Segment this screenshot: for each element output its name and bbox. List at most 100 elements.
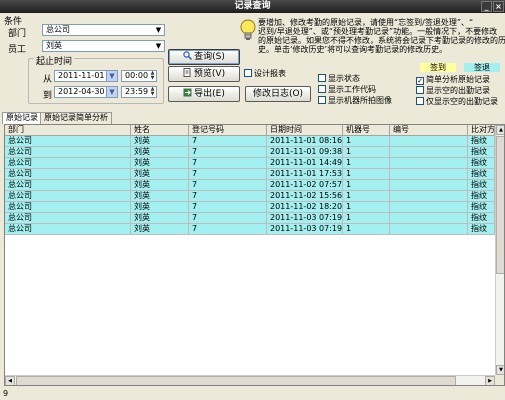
table-row[interactable]: 总公司刘英72011-11-02 07:57:181 指纹 — [5, 180, 495, 191]
design-report-checkbox[interactable]: 设计报表 — [244, 69, 286, 79]
checkbox-box[interactable] — [318, 85, 326, 93]
table-cell: 1 — [343, 202, 390, 213]
table-row[interactable]: 总公司刘英72011-11-03 07:19:311 指纹 — [5, 224, 495, 235]
column-header[interactable]: 姓名 — [131, 125, 189, 136]
table-cell: 1 — [343, 136, 390, 147]
table-cell: 指纹 — [468, 158, 495, 169]
staff-select[interactable]: 刘英 ▼ — [42, 40, 165, 52]
to-date-value: 2012-04-30 — [58, 87, 105, 96]
table-cell: 总公司 — [5, 213, 131, 224]
vertical-scrollbar[interactable]: ▲ ▼ — [495, 125, 504, 375]
records-table[interactable]: 部门姓名登记号码日期时间机器号编号比对方式 总公司刘英72011-11-01 0… — [4, 124, 505, 386]
scroll-right-icon[interactable]: ▶ — [485, 376, 495, 385]
from-date-value: 2011-11-01 — [58, 71, 105, 80]
table-cell: 总公司 — [5, 191, 131, 202]
table-cell: 刘英 — [131, 213, 189, 224]
modify-log-button[interactable]: 修改日志(O) — [245, 86, 311, 102]
scroll-left-icon[interactable]: ◀ — [5, 376, 15, 385]
table-row[interactable]: 总公司刘英72011-11-01 17:53:361 指纹 — [5, 169, 495, 180]
spin-updown-icon[interactable]: ▲ ▼ — [149, 71, 156, 81]
scroll-down-icon[interactable]: ▼ — [496, 365, 504, 375]
export-button[interactable]: 导出(E) — [168, 86, 240, 102]
checkbox-box[interactable] — [318, 74, 326, 82]
to-date-picker[interactable]: 2012-04-30 ▼ — [54, 86, 118, 98]
show-status-checkbox[interactable]: 显示状态 — [318, 74, 360, 84]
checkbox-label: 显示空的出勤记录 — [426, 86, 490, 95]
table-row[interactable]: 总公司刘英72011-11-01 14:49:231 指纹 — [5, 158, 495, 169]
show-empty-attendance-checkbox[interactable]: 显示空的出勤记录 — [416, 86, 490, 96]
table-cell: 指纹 — [468, 213, 495, 224]
to-time-value: 23:59 — [125, 87, 149, 96]
from-time-value: 00:00 — [125, 71, 149, 80]
table-row[interactable]: 总公司刘英72011-11-03 07:19:301 指纹 — [5, 213, 495, 224]
table-cell: 7 — [189, 224, 267, 235]
signout-legend-swatch: 签退 — [464, 63, 500, 72]
table-cell: 1 — [343, 213, 390, 224]
scroll-up-icon[interactable]: ▲ — [496, 125, 504, 135]
from-time-spinner[interactable]: 00:00 ▲ ▼ — [121, 70, 157, 82]
minimize-button[interactable]: _ — [481, 1, 492, 12]
table-cell: 2011-11-03 07:19:30 — [267, 213, 343, 224]
column-header[interactable]: 机器号 — [343, 125, 390, 136]
tab-raw-record-analysis[interactable]: 原始记录简单分析 — [40, 112, 112, 124]
signin-legend-swatch: 签到 — [420, 63, 456, 72]
table-cell — [390, 169, 468, 180]
table-cell — [390, 180, 468, 191]
window-title: 记录查询 — [234, 1, 271, 11]
table-cell: 7 — [189, 136, 267, 147]
checkbox-box[interactable] — [416, 86, 424, 94]
calendar-dropdown-icon[interactable]: ▼ — [106, 87, 117, 97]
table-cell: 7 — [189, 169, 267, 180]
table-cell: 7 — [189, 147, 267, 158]
column-header[interactable]: 比对方式 — [468, 125, 495, 136]
chevron-down-icon[interactable]: ▼ — [153, 25, 164, 35]
checkbox-box[interactable] — [244, 69, 252, 77]
table-cell: 总公司 — [5, 169, 131, 180]
checkbox-box[interactable] — [416, 97, 424, 105]
table-row[interactable]: 总公司刘英72011-11-02 15:56:071 指纹 — [5, 191, 495, 202]
checkbox-box[interactable]: ✓ — [416, 77, 424, 85]
column-header[interactable]: 日期时间 — [267, 125, 343, 136]
only-empty-attendance-checkbox[interactable]: 仅显示空的出勤记录 — [416, 97, 498, 107]
table-cell: 刘英 — [131, 202, 189, 213]
preview-button[interactable]: 预览(V) — [168, 66, 240, 82]
table-cell: 1 — [343, 180, 390, 191]
query-button[interactable]: 查询(S) — [168, 49, 240, 65]
dept-value: 总公司 — [46, 25, 70, 34]
column-header[interactable]: 部门 — [5, 125, 131, 136]
scroll-corner — [495, 375, 504, 385]
table-cell: 指纹 — [468, 136, 495, 147]
table-row[interactable]: 总公司刘英72011-11-01 08:16:001 指纹 — [5, 136, 495, 147]
tab-raw-records[interactable]: 原始记录 — [2, 112, 42, 124]
chevron-down-icon[interactable]: ▼ — [153, 41, 164, 51]
table-cell: 1 — [343, 224, 390, 235]
horizontal-scrollbar[interactable]: ◀ ▶ — [5, 375, 495, 385]
query-button-label: 查询(S) — [194, 52, 225, 62]
table-cell: 刘英 — [131, 136, 189, 147]
show-work-code-checkbox[interactable]: 显示工作代码 — [318, 85, 376, 95]
to-time-spinner[interactable]: 23:59 ▲ ▼ — [121, 86, 157, 98]
close-button[interactable]: × — [493, 1, 504, 12]
column-header[interactable]: 登记号码 — [189, 125, 267, 136]
period-label: 起止时间 — [34, 54, 75, 67]
scroll-thumb[interactable] — [16, 376, 456, 385]
show-machine-image-checkbox[interactable]: 显示机器所拍图像 — [318, 96, 392, 106]
dept-label: 部门 — [8, 29, 27, 39]
calendar-dropdown-icon[interactable]: ▼ — [106, 71, 117, 81]
dept-select[interactable]: 总公司 ▼ — [42, 24, 165, 36]
checkbox-box[interactable] — [318, 96, 326, 104]
table-row[interactable]: 总公司刘英72011-11-01 09:38:291 指纹 — [5, 147, 495, 158]
table-cell: 指纹 — [468, 147, 495, 158]
spin-updown-icon[interactable]: ▲ ▼ — [149, 87, 156, 97]
table-cell: 7 — [189, 191, 267, 202]
simple-analysis-checkbox[interactable]: ✓ 简单分析原始记录 — [416, 75, 490, 85]
table-cell: 2011-11-02 18:20:14 — [267, 202, 343, 213]
table-cell: 2011-11-02 15:56:07 — [267, 191, 343, 202]
table-row[interactable]: 总公司刘英72011-11-02 18:20:141 指纹 — [5, 202, 495, 213]
from-date-picker[interactable]: 2011-11-01 ▼ — [54, 70, 118, 82]
scroll-thumb[interactable] — [496, 136, 504, 274]
column-header[interactable]: 编号 — [390, 125, 468, 136]
table-cell: 7 — [189, 158, 267, 169]
table-cell: 总公司 — [5, 202, 131, 213]
status-record-count: 9 — [3, 389, 9, 398]
